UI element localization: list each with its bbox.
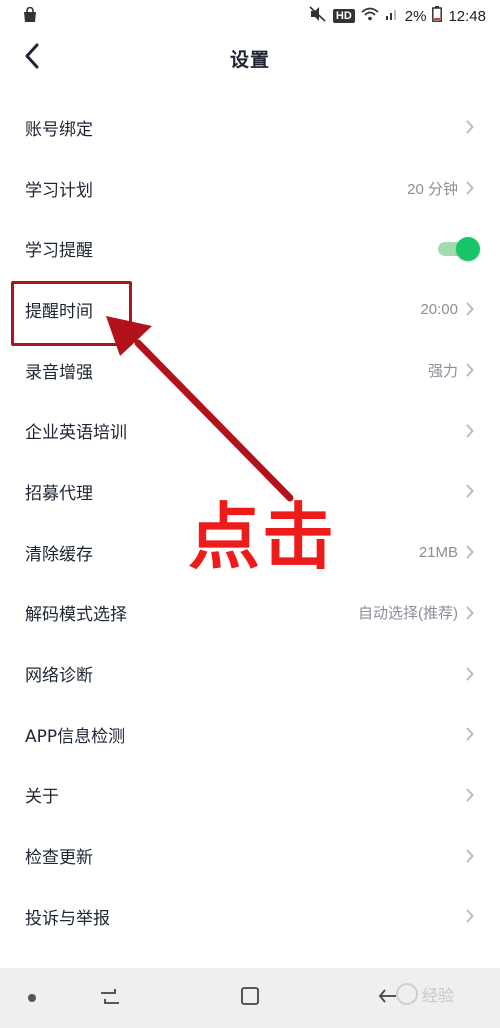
settings-row-label: 关于 <box>25 787 59 808</box>
baidu-paw-logo <box>396 983 418 1005</box>
settings-row-value: 20:00 <box>420 300 458 318</box>
chevron-right-icon <box>466 726 476 742</box>
home-square-icon <box>240 986 260 1010</box>
status-bar: HD 2% 12:48 <box>0 0 500 32</box>
home-button[interactable] <box>230 982 270 1014</box>
battery-percent: 2% <box>404 7 427 25</box>
settings-row-value: 21MB <box>418 543 458 561</box>
chevron-right-icon <box>466 848 476 864</box>
signal-icon <box>385 7 399 25</box>
battery-icon <box>432 6 443 26</box>
chevron-right-icon <box>466 423 476 439</box>
chevron-right-icon <box>466 666 476 682</box>
recent-apps-button[interactable] <box>90 982 130 1014</box>
watermark: 经验 <box>396 982 454 1006</box>
settings-row[interactable]: 解码模式选择 自动选择(推荐) <box>0 583 500 644</box>
settings-row-label: APP信息检测 <box>25 726 126 747</box>
settings-row-label: 投诉与举报 <box>25 908 110 929</box>
settings-row-value: 强力 <box>427 362 458 380</box>
clock: 12:48 <box>448 7 486 25</box>
settings-row[interactable]: 网络诊断 <box>0 643 500 704</box>
wifi-icon <box>361 7 379 25</box>
mute-icon <box>309 6 327 26</box>
settings-row[interactable]: 账号绑定 <box>0 97 500 158</box>
settings-row-label: 解码模式选择 <box>25 605 127 626</box>
chevron-right-icon <box>466 544 476 560</box>
back-button[interactable] <box>14 40 50 76</box>
settings-row-value: 自动选择(推荐) <box>358 605 458 623</box>
page-title: 设置 <box>229 48 270 71</box>
settings-row[interactable]: 检查更新 <box>0 825 500 886</box>
chevron-right-icon <box>466 787 476 803</box>
settings-row[interactable]: 企业英语培训 <box>0 400 500 461</box>
settings-row-label: 网络诊断 <box>25 666 93 687</box>
settings-row-label: 招募代理 <box>25 483 93 504</box>
settings-row-label: 录音增强 <box>25 362 93 383</box>
settings-row-label: 学习计划 <box>25 180 93 201</box>
hd-badge: HD <box>332 9 355 23</box>
toggle-knob <box>456 236 480 261</box>
settings-row-value: 20 分钟 <box>407 180 458 198</box>
chevron-right-icon <box>466 908 476 924</box>
annotation-highlight-box <box>11 281 132 346</box>
recent-apps-icon <box>99 987 121 1009</box>
settings-row[interactable]: APP信息检测 <box>0 704 500 765</box>
chevron-right-icon <box>466 362 476 378</box>
chevron-right-icon <box>466 483 476 499</box>
chevron-right-icon <box>466 119 476 135</box>
settings-row-label: 检查更新 <box>25 848 93 869</box>
settings-row[interactable]: 学习提醒 <box>0 218 500 279</box>
watermark-text: 经验 <box>422 986 455 1005</box>
settings-row-label: 企业英语培训 <box>25 423 127 444</box>
settings-row[interactable]: 录音增强 强力 <box>0 340 500 401</box>
settings-row-label: 清除缓存 <box>25 544 93 565</box>
status-icons: HD 2% 12:48 <box>309 6 486 26</box>
chevron-left-icon <box>24 43 40 73</box>
settings-row[interactable]: 投诉与举报 <box>0 886 500 947</box>
settings-row-label: 学习提醒 <box>25 241 93 262</box>
reminder-toggle-switch[interactable] <box>436 236 480 261</box>
annotation-click-text: 点击 <box>188 495 337 579</box>
header: 设置 <box>0 32 500 84</box>
chevron-right-icon <box>466 605 476 621</box>
chevron-right-icon <box>466 301 476 317</box>
nav-indicator-dot <box>28 994 36 1002</box>
settings-row-label: 账号绑定 <box>25 119 93 140</box>
chevron-right-icon <box>466 180 476 196</box>
shopping-bag-icon <box>22 6 40 25</box>
settings-row[interactable]: 学习计划 20 分钟 <box>0 158 500 219</box>
settings-row[interactable]: 关于 <box>0 765 500 826</box>
